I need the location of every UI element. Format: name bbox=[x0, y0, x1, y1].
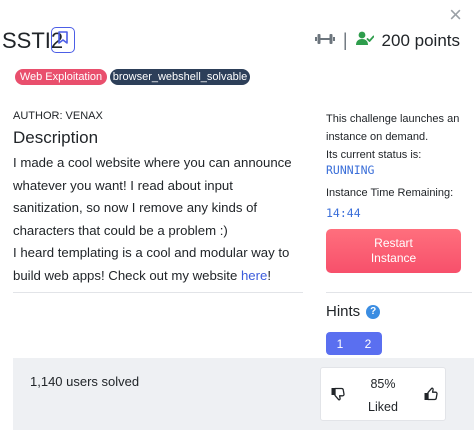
status-label: Its current status is: bbox=[326, 149, 422, 161]
hints-heading: Hints ? bbox=[326, 303, 381, 320]
hints-divider bbox=[326, 292, 472, 293]
restart-label: Restart Instance bbox=[371, 236, 416, 266]
instance-status: RUNNING bbox=[326, 163, 375, 177]
thumbs-down-icon[interactable] bbox=[330, 386, 346, 402]
users-solved-count: 1,140 users solved bbox=[30, 374, 140, 389]
instance-info-text: This challenge launches an instance on d… bbox=[326, 110, 472, 164]
liked-label: Liked bbox=[368, 400, 398, 414]
time-remaining-value: 14:44 bbox=[326, 206, 361, 220]
launch-text: This challenge launches an instance on d… bbox=[326, 113, 460, 143]
time-remaining-label: Instance Time Remaining: bbox=[326, 187, 454, 199]
website-link[interactable]: here bbox=[241, 268, 267, 283]
description-paragraph: I heard templating is a cool and modular… bbox=[13, 242, 303, 287]
restart-label-line: Restart bbox=[374, 236, 413, 250]
tag-browser-webshell-solvable[interactable]: browser_webshell_solvable bbox=[110, 69, 250, 85]
dumbbell-icon bbox=[314, 31, 335, 51]
thumbs-up-icon[interactable] bbox=[423, 386, 439, 402]
help-icon[interactable]: ? bbox=[366, 304, 381, 319]
hint-2-button[interactable]: 2 bbox=[354, 332, 382, 355]
close-icon[interactable]: × bbox=[449, 4, 462, 26]
hints-title: Hints bbox=[326, 303, 361, 320]
restart-label-line: Instance bbox=[370, 251, 417, 265]
author-label: AUTHOR: VENAX bbox=[13, 110, 103, 122]
tag-web-exploitation[interactable]: Web Exploitation bbox=[15, 69, 107, 85]
description-divider bbox=[13, 292, 303, 293]
bookmark-icon bbox=[58, 31, 68, 49]
points-area: | 200 points bbox=[314, 30, 460, 51]
description-body: I made a cool website where you can anno… bbox=[13, 152, 303, 287]
restart-instance-button[interactable]: Restart Instance bbox=[326, 229, 461, 273]
liked-percent: 85% bbox=[370, 377, 396, 391]
points-value: 200 points bbox=[381, 30, 460, 50]
user-check-icon bbox=[355, 31, 374, 51]
hints-group: 1 2 bbox=[326, 332, 382, 355]
hint-1-button[interactable]: 1 bbox=[326, 332, 354, 355]
description-text: ! bbox=[267, 267, 272, 283]
bookmark-button[interactable] bbox=[51, 27, 75, 53]
description-paragraph: I made a cool website where you can anno… bbox=[13, 155, 292, 238]
points-separator: | bbox=[342, 30, 348, 50]
description-heading: Description bbox=[13, 128, 99, 147]
